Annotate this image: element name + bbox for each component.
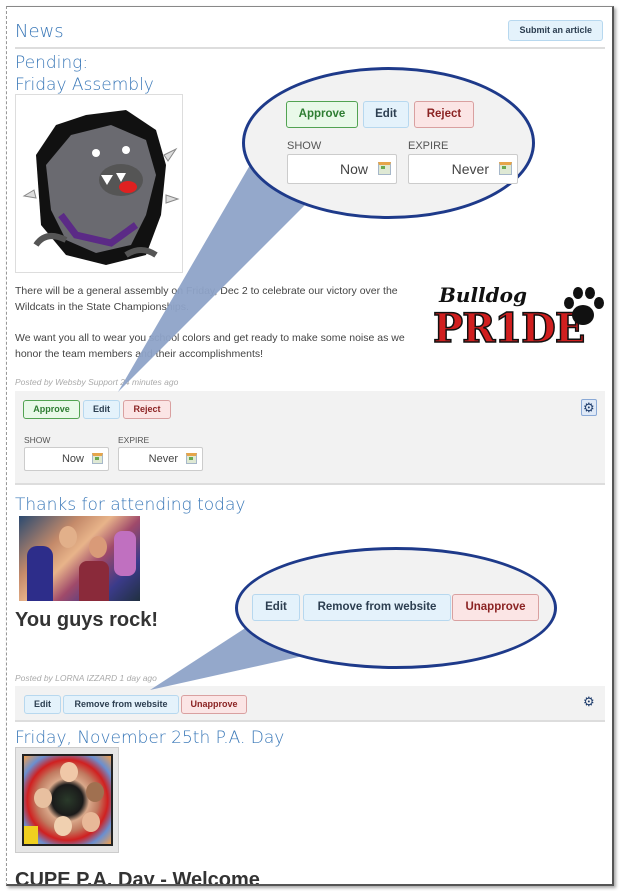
paw-print-icon [564,287,604,325]
show-date-field[interactable]: Now [24,447,109,471]
moderation-panel: Edit Remove from website Unapprove ⚙ [15,686,605,722]
news-title: News [15,21,64,42]
approve-button[interactable]: Approve [23,400,80,419]
calendar-icon[interactable] [378,162,391,175]
posted-by: Posted by LORNA IZZARD 1 day ago [15,673,157,683]
edit-button[interactable]: Edit [24,695,61,714]
calendar-icon[interactable] [186,453,197,464]
gear-icon[interactable]: ⚙ [581,399,597,416]
article-title[interactable]: Thanks for attending today [15,495,245,515]
show-date-value: Now [61,453,84,465]
reject-button[interactable]: Reject [123,400,171,419]
expire-date-field[interactable]: Never [118,447,203,471]
expire-label: EXPIRE [118,435,150,445]
show-label: SHOW [287,140,322,152]
unapprove-button[interactable]: Unapprove [181,695,247,714]
pending-label: Pending: [15,53,89,73]
bulldog-pride-logo: Bulldog PR1DE [427,283,607,363]
gear-icon[interactable]: ⚙ [583,695,595,708]
article-title[interactable]: Friday, November 25th P.A. Day [15,728,284,748]
moderation-panel: Approve Edit Reject ⚙ SHOW Now EXPIRE Ne… [15,391,605,485]
submit-article-button[interactable]: Submit an article [508,20,603,41]
reject-button[interactable]: Reject [414,101,474,128]
article-headline: You guys rock! [15,609,158,631]
news-header: News Submit an article [15,19,605,49]
logo-script-text: Bulldog [439,283,527,307]
expire-date-field[interactable]: Never [408,154,518,184]
bulldog-image [15,94,183,273]
pa-day-image [15,747,119,853]
article-title[interactable]: Friday Assembly [15,75,154,95]
edit-button[interactable]: Edit [83,400,120,419]
expire-label: EXPIRE [408,140,449,152]
unapprove-button[interactable]: Unapprove [452,594,539,621]
students-photo [19,516,140,601]
callout-approved-actions: Edit Remove from website Unapprove [235,547,557,669]
expire-date-value: Never [451,161,489,177]
posted-by: Posted by Websby Support 24 minutes ago [15,377,179,387]
students-circle-photo [22,754,113,846]
remove-from-website-button[interactable]: Remove from website [63,695,179,714]
show-label: SHOW [24,435,51,445]
approve-button[interactable]: Approve [286,101,358,128]
calendar-icon[interactable] [499,162,512,175]
article-paragraph: There will be a general assembly on Frid… [15,285,398,313]
expire-date-value: Never [148,453,178,465]
remove-from-website-button[interactable]: Remove from website [303,594,451,621]
show-date-value: Now [339,161,368,177]
article-paragraph: We want you all to wear you school color… [15,332,405,360]
callout-pending-actions: Approve Edit Reject SHOW Now EXPIRE Neve… [242,67,535,219]
edit-button[interactable]: Edit [363,101,409,128]
show-date-field[interactable]: Now [287,154,397,184]
calendar-icon[interactable] [92,453,103,464]
article-headline: CUPE P.A. Day - Welcome [15,869,260,886]
edit-button[interactable]: Edit [252,594,300,621]
bulldog-mascot-icon [22,110,180,265]
